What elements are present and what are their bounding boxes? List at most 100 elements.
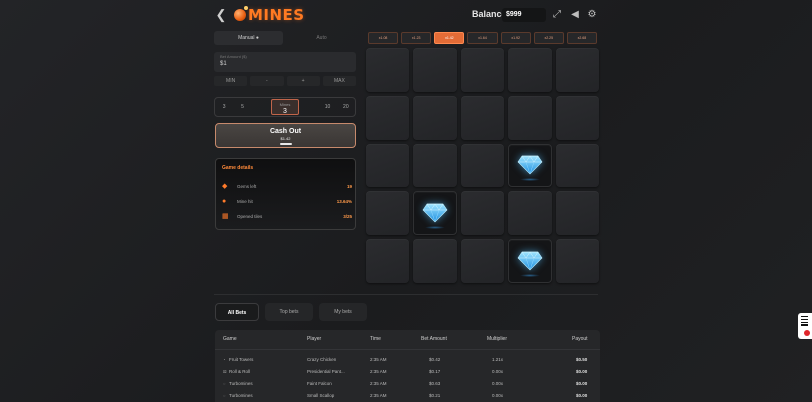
- cell-bet: $0.21: [429, 393, 441, 398]
- tile-hidden[interactable]: [366, 239, 410, 283]
- increase-bet-button[interactable]: +: [286, 76, 320, 86]
- cell-game: ◔ Fruit Towers: [223, 357, 253, 362]
- cell-payout: $0.00: [576, 393, 588, 398]
- game-name: Turbomines: [229, 381, 253, 386]
- mines-selector: 3 5 Mines 3 10 20: [214, 97, 356, 117]
- max-bet-button[interactable]: MAX: [322, 76, 356, 86]
- tile-hidden[interactable]: [460, 95, 505, 140]
- cell-time: 2:35 AM: [370, 381, 387, 386]
- tile-hidden[interactable]: [413, 143, 457, 188]
- tile-hidden[interactable]: [460, 48, 505, 92]
- tiles-icon: ▦: [222, 213, 229, 220]
- multiplier-bar: x1.08 x1.23 x1.42 x1.64 x1.92 x2.25 x2.68: [368, 32, 597, 44]
- col-game: Game: [223, 336, 237, 342]
- tile-hidden[interactable]: [413, 239, 457, 283]
- tile-hidden[interactable]: [555, 191, 599, 236]
- tile-hidden[interactable]: [555, 143, 599, 188]
- mines-option-10[interactable]: 10: [319, 99, 335, 115]
- cell-game: ◌ Turbomines: [223, 381, 253, 386]
- settings-icon[interactable]: ⚙: [586, 9, 598, 21]
- back-icon[interactable]: ❮: [214, 8, 228, 22]
- multiplier-step: x1.08: [368, 32, 399, 44]
- tile-hidden[interactable]: [508, 191, 552, 236]
- bet-amount-input[interactable]: $1: [220, 61, 350, 67]
- volume-icon[interactable]: ◀: [569, 9, 581, 21]
- cash-out-indicator: [279, 143, 292, 145]
- multiplier-step: x1.23: [401, 32, 432, 44]
- mines-option-blank-2[interactable]: [301, 99, 317, 115]
- tile-revealed-gem: [508, 239, 552, 283]
- details-row-gems: ◆ Gems left 19: [222, 183, 352, 191]
- decrease-bet-button[interactable]: -: [250, 76, 284, 86]
- tile-hidden[interactable]: [508, 95, 552, 140]
- dice-icon: ⚄: [223, 369, 227, 374]
- tab-auto[interactable]: Auto: [287, 31, 356, 45]
- side-widget-button[interactable]: [798, 313, 812, 339]
- tab-top-bets[interactable]: Top bets: [265, 303, 313, 321]
- tile-hidden[interactable]: [555, 95, 599, 140]
- tile-hidden[interactable]: [508, 48, 552, 92]
- mines-option-5[interactable]: 5: [234, 99, 250, 115]
- details-value: 19: [346, 184, 352, 189]
- game-name: Turbomines: [229, 393, 253, 398]
- multiplier-step: x1.64: [467, 32, 498, 44]
- mode-tabs: Manual ● Auto: [214, 31, 356, 45]
- tile-hidden[interactable]: [460, 143, 505, 188]
- cell-player: Presidential Pant...: [307, 369, 345, 374]
- mines-count-label: Mines: [279, 102, 291, 107]
- header-divider: [215, 349, 600, 350]
- tile-hidden[interactable]: [555, 48, 599, 92]
- cash-out-button[interactable]: Cash Out $1.42: [215, 123, 356, 148]
- multiplier-step: x1.42: [434, 32, 465, 44]
- col-payout: Payout: [572, 336, 588, 342]
- table-row: ◔ Fruit Towers Crazy Chicken 2:35 AM $0.42 1.…: [215, 357, 600, 365]
- mines-option-20[interactable]: 20: [338, 99, 354, 115]
- tile-hidden[interactable]: [460, 191, 505, 236]
- game-name: Fruit Towers: [229, 357, 254, 362]
- multiplier-step: x2.25: [533, 32, 564, 44]
- mines-count-value: 3: [283, 108, 287, 115]
- tile-hidden[interactable]: [460, 239, 505, 283]
- cell-time: 2:35 AM: [370, 357, 387, 362]
- cell-bet: $0.17: [429, 369, 441, 374]
- tile-hidden[interactable]: [413, 48, 457, 92]
- mines-option-3[interactable]: 3: [216, 99, 232, 115]
- bets-table: Game Player Time Bet Amount Multiplier P…: [215, 330, 600, 402]
- bomb-icon: ●: [222, 198, 227, 205]
- cell-game: ◌ Turbomines: [223, 393, 253, 398]
- tile-hidden[interactable]: [366, 191, 410, 236]
- mine-icon: ◌: [223, 393, 226, 398]
- fullscreen-icon[interactable]: ⤢: [551, 9, 563, 21]
- cell-payout: $0.00: [576, 369, 588, 374]
- gem-icon: ◆: [222, 183, 228, 190]
- mine-icon: ◌: [223, 381, 226, 386]
- bet-quick-buttons: MIN - + MAX: [214, 76, 356, 86]
- cell-time: 2:35 AM: [370, 369, 387, 374]
- tile-hidden[interactable]: [413, 95, 457, 140]
- multiplier-step: x1.92: [500, 32, 531, 44]
- bet-amount-field[interactable]: Bet Amount ($) $1: [214, 52, 356, 72]
- details-value: 3/25: [343, 214, 352, 219]
- bet-amount-label: Bet Amount ($): [220, 54, 247, 59]
- tile-hidden[interactable]: [366, 143, 410, 188]
- section-divider: [214, 294, 598, 295]
- balance-value: $999: [502, 8, 546, 22]
- diamond-icon: [422, 203, 448, 224]
- mines-count-selected[interactable]: Mines 3: [270, 99, 300, 115]
- min-bet-button[interactable]: MIN: [214, 76, 248, 86]
- logo-text: MINES: [248, 6, 305, 24]
- tab-all-bets[interactable]: All Bets: [215, 303, 259, 321]
- details-label: Gems left: [237, 184, 257, 189]
- tab-manual[interactable]: Manual ●: [214, 31, 283, 45]
- tile-hidden[interactable]: [555, 239, 599, 283]
- tile-hidden[interactable]: [366, 48, 410, 92]
- game-details-panel: Game details ◆ Gems left 19 ● Mine hit 1…: [215, 158, 356, 230]
- tab-my-bets[interactable]: My bets: [319, 303, 367, 321]
- mines-option-blank[interactable]: [253, 99, 269, 115]
- table-row: ⚄ Roll & Roll Presidential Pant... 2:35 AM $…: [215, 369, 600, 377]
- cash-out-amount: $1.42: [280, 136, 291, 141]
- diamond-icon: [517, 251, 543, 271]
- cash-out-label: Cash Out: [269, 128, 302, 135]
- tile-hidden[interactable]: [366, 95, 410, 140]
- cell-multiplier: 0.00x: [492, 369, 504, 374]
